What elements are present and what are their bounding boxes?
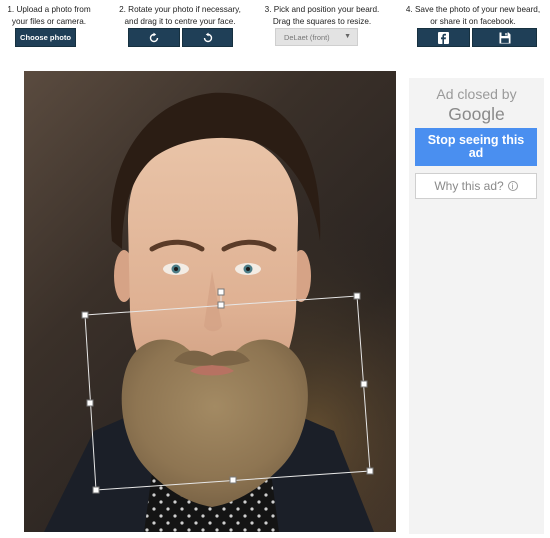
facebook-icon	[438, 31, 449, 44]
photo-canvas[interactable]	[24, 71, 396, 532]
step-2-text: 2. Rotate your photo if necessary, and d…	[119, 5, 241, 26]
floppy-disk-icon	[499, 32, 510, 43]
resize-handle-bottom-left[interactable]	[92, 486, 100, 494]
beard-style-select[interactable]: DeLaet (front) ▼	[275, 28, 358, 46]
choose-photo-label: Choose photo	[19, 33, 72, 42]
resize-handle-left[interactable]	[86, 399, 94, 407]
ad-google-brand: Google	[448, 104, 505, 124]
ad-panel: Ad closed by Google Stop seeing this ad …	[409, 78, 544, 534]
ad-closed-by-text: Ad closed by	[436, 86, 517, 102]
step-3: 3. Pick and position your beard. Drag th…	[260, 4, 384, 28]
resize-handle-bottom-right[interactable]	[366, 467, 374, 475]
step-3-text: 3. Pick and position your beard. Drag th…	[264, 5, 380, 26]
stop-seeing-ad-button[interactable]: Stop seeing this ad	[415, 128, 537, 166]
beard-editor-page: 1. Upload a photo from your files or cam…	[0, 0, 550, 538]
beard-select-value: DeLaet (front)	[284, 32, 330, 42]
resize-handle-top[interactable]	[217, 301, 225, 309]
stop-seeing-ad-label: Stop seeing this ad	[427, 133, 525, 160]
why-this-ad-button[interactable]: Why this ad? i	[415, 173, 537, 199]
resize-handle-right[interactable]	[360, 380, 368, 388]
step-1-text: 1. Upload a photo from your files or cam…	[7, 5, 91, 26]
chevron-down-icon: ▼	[344, 33, 351, 40]
step-1: 1. Upload a photo from your files or cam…	[4, 4, 94, 28]
rotate-clockwise-button[interactable]	[128, 28, 180, 47]
step-4: 4. Save the photo of your new beard, or …	[402, 4, 544, 28]
step-2: 2. Rotate your photo if necessary, and d…	[114, 4, 246, 28]
resize-handle-top-right[interactable]	[353, 292, 361, 300]
choose-photo-button[interactable]: Choose photo	[15, 28, 76, 47]
save-photo-button[interactable]	[472, 28, 537, 47]
rotate-counterclockwise-button[interactable]	[182, 28, 233, 47]
info-icon: i	[507, 181, 518, 191]
rotate-counterclockwise-icon	[203, 32, 212, 42]
rotate-clockwise-icon	[149, 32, 159, 42]
resize-handle-top-left[interactable]	[81, 311, 89, 319]
share-facebook-button[interactable]	[417, 28, 470, 47]
why-this-ad-label: Why this ad?	[434, 179, 504, 193]
resize-handle-bottom[interactable]	[229, 476, 237, 484]
step-4-text: 4. Save the photo of your new beard, or …	[405, 5, 541, 26]
rotate-handle-top[interactable]	[217, 288, 225, 296]
